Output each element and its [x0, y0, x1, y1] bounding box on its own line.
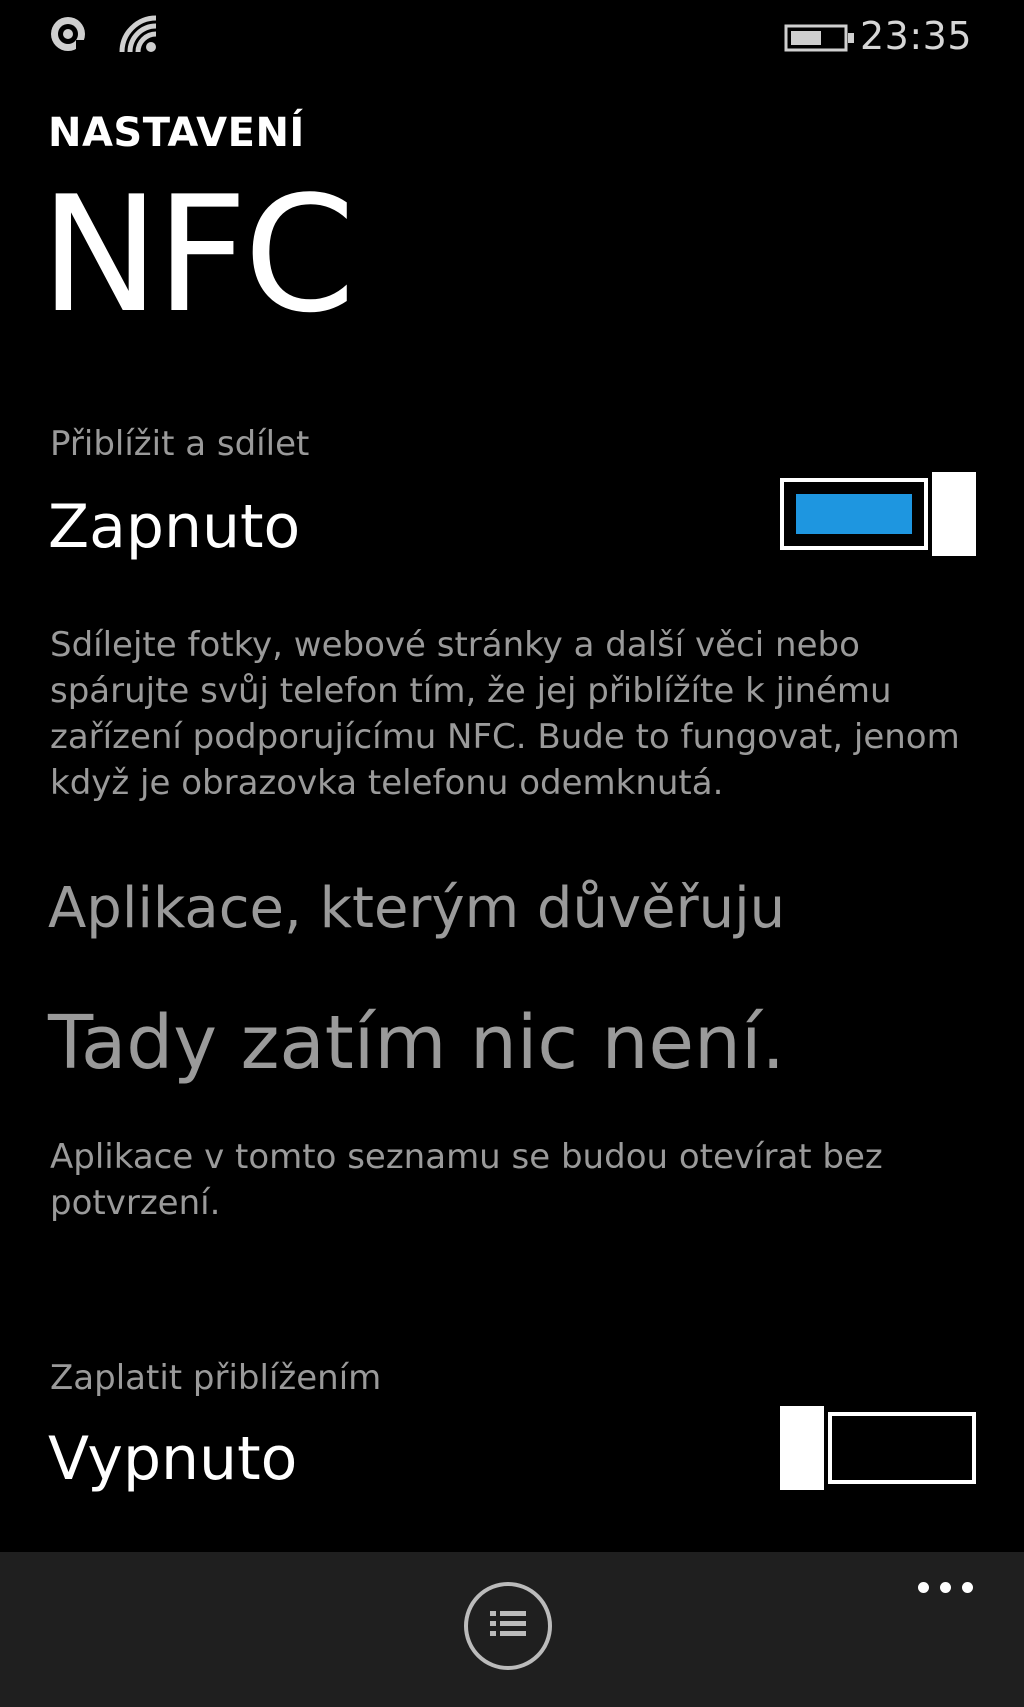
page-title: NFC [40, 161, 355, 348]
tap-to-pay-value: Vypnuto [48, 1424, 298, 1494]
trusted-apps-title: Aplikace, kterým důvěřuju [48, 876, 786, 941]
app-title: NASTAVENÍ [48, 110, 305, 156]
toggle-track [828, 1412, 976, 1484]
toggle-thumb [780, 1406, 824, 1490]
notification-icon [48, 14, 90, 60]
status-time: 23:35 [859, 14, 972, 58]
toggle-fill [796, 494, 912, 534]
tap-to-share-toggle[interactable] [780, 472, 976, 556]
trusted-apps-description: Aplikace v tomto seznamu se budou otevír… [50, 1137, 883, 1223]
toggle-thumb [932, 472, 976, 556]
trusted-apps-empty-message: Tady zatím nic není. [48, 1000, 786, 1086]
battery-icon [784, 22, 856, 58]
tap-to-share-value: Zapnuto [48, 492, 301, 562]
tap-to-pay-toggle[interactable] [780, 1406, 976, 1490]
list-button[interactable] [464, 1582, 552, 1670]
status-bar: 23:35 [0, 0, 1024, 80]
tap-to-share-description: Sdílejte fotky, webové stránky a další v… [50, 625, 960, 803]
list-icon [490, 1611, 526, 1636]
wifi-icon [118, 14, 160, 60]
tap-to-pay-label: Zaplatit přiblížením [50, 1358, 382, 1398]
tap-to-share-label: Přiblížit a sdílet [50, 424, 310, 464]
toggle-track [780, 478, 928, 550]
more-icon[interactable] [918, 1576, 974, 1600]
app-bar [0, 1552, 1024, 1707]
